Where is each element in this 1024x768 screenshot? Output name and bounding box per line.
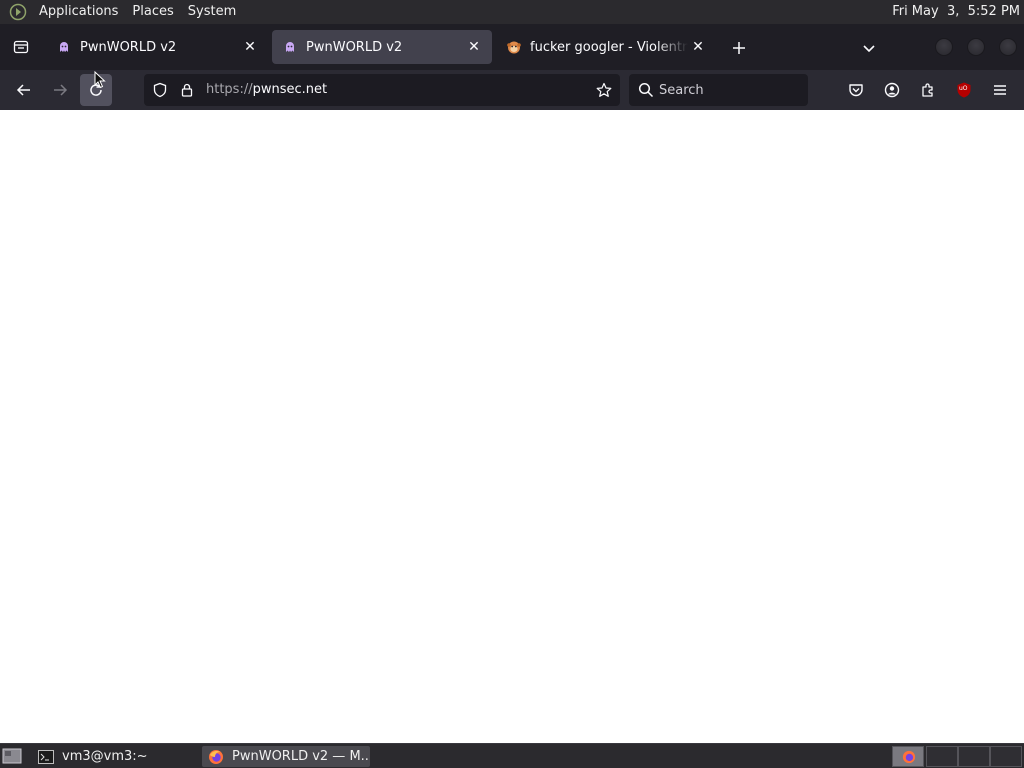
- search-bar[interactable]: [629, 74, 808, 106]
- list-all-tabs-button[interactable]: [856, 35, 882, 61]
- page-content[interactable]: [0, 110, 1024, 743]
- tab-close-icon[interactable]: ✕: [240, 37, 260, 57]
- tab-title: PwnWORLD v2: [306, 39, 403, 55]
- extensions-button[interactable]: [912, 74, 944, 106]
- pocket-button[interactable]: [840, 74, 872, 106]
- monkey-favicon-icon: [506, 39, 522, 55]
- url-bar[interactable]: https://pwnsec.net: [144, 74, 620, 106]
- workspace-2[interactable]: [926, 746, 958, 767]
- top-panel: Applications Places System Fri May 3, 5:…: [0, 0, 1024, 24]
- tab-pwnworld-1[interactable]: PwnWORLD v2 ✕: [46, 30, 268, 64]
- distro-logo-icon[interactable]: [8, 2, 28, 22]
- mouse-cursor-icon: [94, 71, 106, 89]
- firefox-view-icon: [13, 40, 29, 54]
- tab-strip: PwnWORLD v2 ✕ PwnWORLD v2 ✕ fucker googl…: [0, 24, 1024, 70]
- tab-close-icon[interactable]: ✕: [688, 37, 708, 57]
- menu-applications[interactable]: Applications: [32, 0, 125, 24]
- tab-close-icon[interactable]: ✕: [464, 37, 484, 57]
- chevron-down-icon: [863, 45, 875, 53]
- menu-system[interactable]: System: [181, 0, 243, 24]
- terminal-icon: [38, 749, 54, 765]
- arrow-left-icon: [16, 84, 30, 96]
- pocket-icon: [849, 84, 863, 97]
- workspace-3[interactable]: [958, 746, 990, 767]
- url-text[interactable]: https://pwnsec.net: [206, 74, 327, 106]
- navigation-toolbar: https://pwnsec.net uO: [0, 70, 1024, 110]
- taskbar-item-firefox[interactable]: PwnWORLD v2 — M...: [202, 746, 370, 767]
- ghost-favicon-icon: [282, 39, 298, 55]
- search-icon: [638, 82, 654, 98]
- lock-icon[interactable]: [177, 80, 197, 100]
- taskbar-item-terminal[interactable]: vm3@vm3:~: [32, 746, 200, 767]
- ublock-badge: uO: [959, 85, 968, 92]
- tab-pwnworld-2[interactable]: PwnWORLD v2 ✕: [272, 30, 492, 64]
- app-menu-button[interactable]: [984, 74, 1016, 106]
- workspace-4[interactable]: [990, 746, 1022, 767]
- forward-button[interactable]: [44, 74, 76, 106]
- ghost-favicon-icon: [56, 39, 72, 55]
- desktop-icon: [2, 748, 22, 764]
- bookmark-star-icon[interactable]: [594, 80, 614, 100]
- url-host: pwnsec.net: [252, 82, 328, 97]
- tab-violentmonkey[interactable]: fucker googler - Violentmonkey ✕: [496, 30, 716, 64]
- bottom-taskbar: vm3@vm3:~ PwnWORLD v2 — M...: [0, 743, 1024, 768]
- arrow-right-icon: [54, 84, 68, 96]
- menu-places[interactable]: Places: [125, 0, 180, 24]
- search-input[interactable]: [659, 74, 799, 106]
- firefox-icon: [208, 749, 224, 765]
- ublock-origin-button[interactable]: uO: [948, 74, 980, 106]
- account-button[interactable]: [876, 74, 908, 106]
- taskbar-item-label: PwnWORLD v2 — M...: [232, 749, 370, 764]
- tracking-protection-shield-icon[interactable]: [150, 80, 170, 100]
- firefox-mini-icon: [902, 750, 916, 764]
- tab-title: PwnWORLD v2: [80, 39, 177, 55]
- back-button[interactable]: [8, 74, 40, 106]
- puzzle-piece-icon: [922, 83, 933, 97]
- show-desktop-button[interactable]: [2, 747, 22, 765]
- plus-icon: [733, 42, 745, 54]
- window-minimize-button[interactable]: [935, 38, 953, 56]
- panel-clock[interactable]: Fri May 3, 5:52 PM: [892, 0, 1020, 24]
- new-tab-button[interactable]: [726, 35, 752, 61]
- tab-title: fucker googler - Violentmonkey: [530, 39, 688, 55]
- taskbar-item-label: vm3@vm3:~: [62, 749, 148, 764]
- hamburger-menu-icon: [994, 85, 1006, 95]
- url-scheme: https://: [206, 82, 253, 97]
- account-icon: [884, 82, 900, 98]
- firefox-view-button[interactable]: [0, 24, 42, 70]
- workspace-1[interactable]: [892, 746, 924, 767]
- window-close-button[interactable]: [999, 38, 1017, 56]
- window-maximize-button[interactable]: [967, 38, 985, 56]
